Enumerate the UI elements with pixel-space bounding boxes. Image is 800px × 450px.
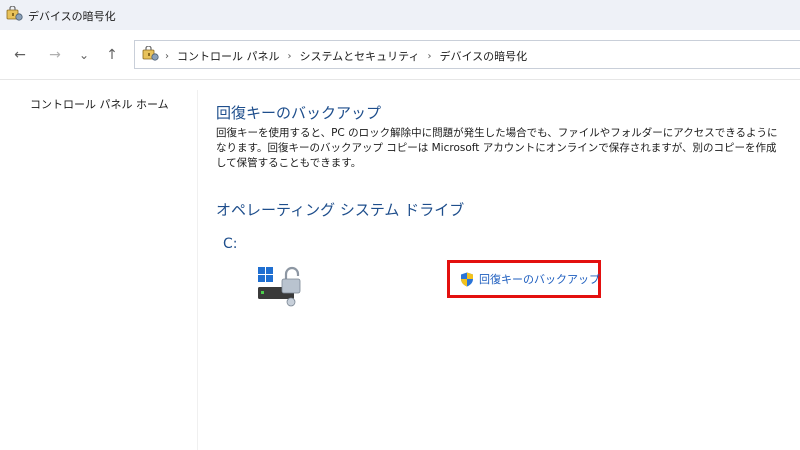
device-encryption-icon	[6, 6, 23, 21]
navigation-bar: ← → ⌄ ↑ › コントロール パネル › システムとセキュリティ › デバイ…	[0, 30, 800, 80]
breadcrumb-device-encryption[interactable]: デバイスの暗号化	[440, 48, 528, 64]
breadcrumb-separator: ›	[165, 50, 169, 62]
breadcrumb: › コントロール パネル › システムとセキュリティ › デバイスの暗号化	[165, 48, 527, 64]
backup-recovery-key-link[interactable]: 回復キーのバックアップ	[460, 271, 600, 287]
breadcrumb-separator: ›	[427, 50, 432, 62]
title-bar: デバイスの暗号化	[0, 0, 800, 30]
up-button[interactable]: ↑	[101, 44, 123, 66]
recovery-key-description: 回復キーを使用すると、PC のロック解除中に問題が発生した場合でも、ファイルやフ…	[216, 127, 778, 169]
forward-arrow-icon: →	[49, 47, 61, 63]
control-panel-home-link[interactable]: コントロール パネル ホーム	[30, 96, 169, 112]
drive-lock-icon	[258, 266, 301, 307]
uac-shield-icon	[461, 272, 473, 286]
breadcrumb-system-security[interactable]: システムとセキュリティ	[300, 48, 420, 64]
recent-locations-button[interactable]: ⌄	[73, 44, 95, 66]
section-title-os-drive: オペレーティング システム ドライブ	[216, 201, 465, 219]
sidebar-divider	[197, 90, 198, 450]
back-arrow-icon: ←	[14, 47, 26, 63]
back-button[interactable]: ←	[9, 44, 31, 66]
device-encryption-icon	[142, 46, 159, 61]
breadcrumb-separator: ›	[287, 50, 292, 62]
section-title-recovery-key: 回復キーのバックアップ	[216, 104, 382, 122]
drive-label: C:	[223, 236, 238, 252]
address-bar[interactable]: › コントロール パネル › システムとセキュリティ › デバイスの暗号化	[134, 40, 800, 69]
backup-link-label: 回復キーのバックアップ	[479, 273, 600, 286]
breadcrumb-control-panel[interactable]: コントロール パネル	[177, 48, 280, 64]
chevron-down-icon: ⌄	[78, 48, 90, 62]
forward-button[interactable]: →	[44, 44, 66, 66]
up-arrow-icon: ↑	[106, 47, 118, 63]
window-title: デバイスの暗号化	[28, 10, 116, 23]
